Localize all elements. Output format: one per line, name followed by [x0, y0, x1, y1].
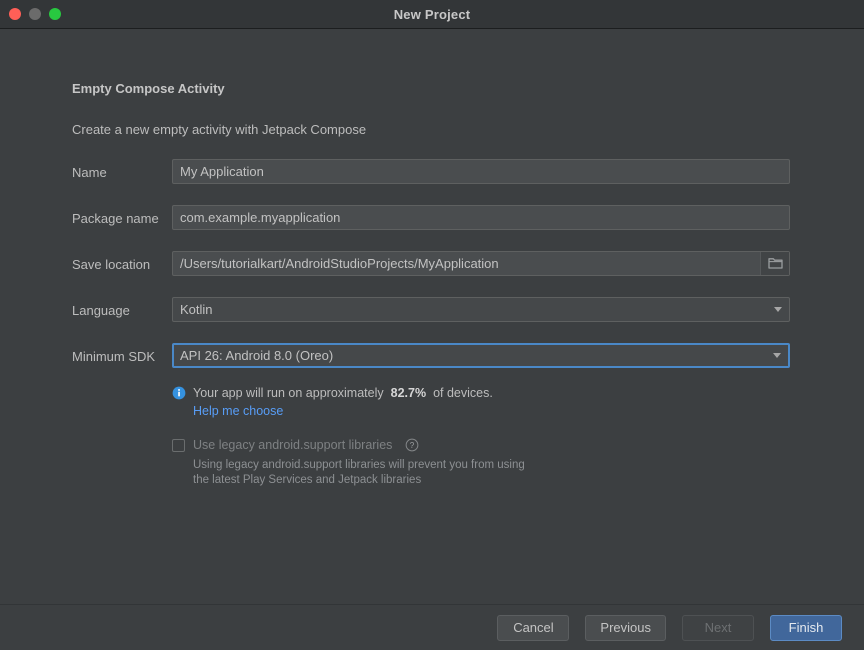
package-name-label: Package name: [72, 211, 159, 226]
legacy-libraries-row[interactable]: Use legacy android.support libraries ?: [172, 438, 419, 452]
package-name-input[interactable]: com.example.myapplication: [172, 205, 790, 230]
name-label: Name: [72, 165, 107, 180]
minimum-sdk-label: Minimum SDK: [72, 349, 156, 364]
dialog-body: Empty Compose Activity Create a new empt…: [0, 29, 864, 604]
chevron-down-icon: [766, 345, 788, 366]
info-icon: [172, 386, 186, 400]
save-location-browse-button[interactable]: [760, 252, 789, 275]
wizard-section-subtitle: Create a new empty activity with Jetpack…: [72, 122, 367, 137]
save-location-input-value: /Users/tutorialkart/AndroidStudioProject…: [180, 256, 499, 271]
cancel-button[interactable]: Cancel: [497, 614, 570, 641]
help-me-choose-link[interactable]: Help me choose: [193, 404, 283, 418]
form-row-language: Language Kotlin: [0, 297, 864, 343]
finish-button[interactable]: Finish: [770, 614, 842, 641]
use-legacy-libraries-label: Use legacy android.support libraries: [193, 438, 393, 452]
minimize-window-button[interactable]: [29, 8, 41, 20]
chevron-down-icon: [767, 298, 789, 321]
device-coverage-text-after: of devices.: [433, 386, 493, 400]
device-coverage-text-before: Your app will run on approximately: [193, 386, 384, 400]
traffic-lights: [0, 8, 61, 20]
question-circle-icon[interactable]: ?: [405, 438, 419, 452]
wizard-section-title: Empty Compose Activity: [72, 81, 225, 96]
device-coverage-percent: 82.7%: [390, 386, 427, 400]
save-location-input[interactable]: /Users/tutorialkart/AndroidStudioProject…: [172, 251, 790, 276]
window-title: New Project: [393, 6, 471, 22]
form-row-package-name: Package name com.example.myapplication: [0, 205, 864, 251]
previous-button[interactable]: Previous: [585, 614, 666, 641]
language-dropdown[interactable]: Kotlin: [172, 297, 790, 322]
svg-text:?: ?: [410, 441, 415, 450]
language-label: Language: [72, 303, 130, 318]
form-row-minimum-sdk: Minimum SDK API 26: Android 8.0 (Oreo): [0, 343, 864, 389]
project-form: Name My Application Package name com.exa…: [0, 159, 864, 389]
folder-icon: [767, 258, 783, 269]
window-titlebar: New Project: [0, 0, 864, 29]
legacy-description-line-2: the latest Play Services and Jetpack lib…: [193, 473, 422, 486]
legacy-libraries-description: Using legacy android.support libraries w…: [193, 458, 613, 487]
language-dropdown-value: Kotlin: [180, 302, 213, 317]
close-window-button[interactable]: [9, 8, 21, 20]
use-legacy-libraries-checkbox[interactable]: [172, 438, 185, 452]
name-input-value: My Application: [180, 164, 264, 179]
form-row-name: Name My Application: [0, 159, 864, 205]
form-row-save-location: Save location /Users/tutorialkart/Androi…: [0, 251, 864, 297]
legacy-description-line-1: Using legacy android.support libraries w…: [193, 459, 525, 471]
dialog-footer: Cancel Previous Next Finish: [0, 604, 864, 650]
minimum-sdk-dropdown-value: API 26: Android 8.0 (Oreo): [180, 348, 334, 363]
save-location-label: Save location: [72, 257, 151, 272]
minimum-sdk-dropdown[interactable]: API 26: Android 8.0 (Oreo): [172, 343, 790, 368]
device-coverage-info: Your app will run on approximately 82.7%…: [172, 386, 493, 400]
name-input[interactable]: My Application: [172, 159, 790, 184]
maximize-window-button[interactable]: [49, 8, 61, 20]
package-name-input-value: com.example.myapplication: [180, 210, 341, 225]
next-button: Next: [682, 614, 754, 641]
